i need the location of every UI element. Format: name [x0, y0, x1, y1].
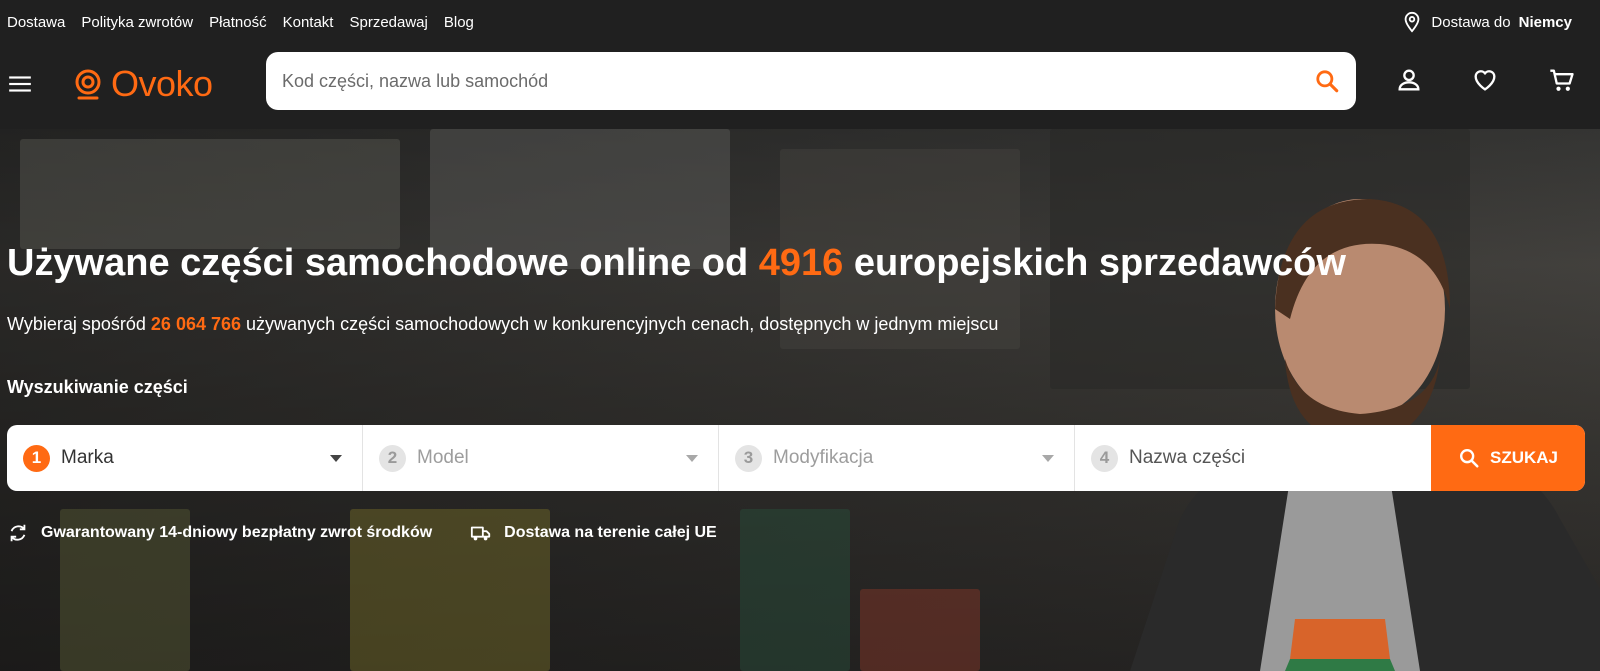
- delivery-country-selector[interactable]: Dostawa do Niemcy: [1401, 11, 1572, 33]
- chevron-down-icon: [330, 455, 342, 462]
- step-label: Model: [417, 447, 469, 468]
- parts-count: 26 064 766: [150, 314, 242, 334]
- modification-select[interactable]: 3 Modyfikacja: [719, 425, 1075, 491]
- link-kontakt[interactable]: Kontakt: [283, 14, 334, 31]
- hero-title: Używane części samochodowe online od 491…: [7, 242, 1346, 285]
- step-label: Marka: [61, 447, 114, 468]
- brand-select[interactable]: 1 Marka: [7, 425, 363, 491]
- background-shelf: [20, 139, 400, 249]
- top-links: Dostawa Polityka zwrotów Płatność Kontak…: [7, 14, 474, 31]
- step-number: 2: [379, 444, 406, 472]
- background-bin: [740, 509, 850, 671]
- perk-returns-text: Gwarantowany 14-dniowy bezpłatny zwrot ś…: [41, 524, 433, 541]
- hero-title-part1: Używane części samochodowe online od: [7, 242, 749, 284]
- hero-title-part2: europejskich sprzedawców: [853, 242, 1346, 284]
- link-blog[interactable]: Blog: [444, 14, 474, 31]
- refresh-icon: [10, 524, 26, 542]
- top-bar: Dostawa Polityka zwrotów Płatność Kontak…: [0, 0, 1600, 44]
- part-finder: 1 Marka 2 Model 3 Modyfikacja 4 Nazwa cz…: [7, 425, 1585, 491]
- sellers-count: 4916: [758, 242, 844, 284]
- hero-subtitle: Wybieraj spośród 26 064 766 używanych cz…: [7, 314, 998, 335]
- hero-section: Używane części samochodowe online od 491…: [0, 129, 1600, 671]
- step-label: Modyfikacja: [773, 447, 874, 468]
- perks: Gwarantowany 14-dniowy bezpłatny zwrot ś…: [7, 522, 717, 544]
- search-button[interactable]: SZUKAJ: [1431, 425, 1585, 491]
- delivery-prefix: Dostawa do: [1431, 13, 1511, 31]
- chevron-down-icon: [686, 455, 698, 462]
- link-dostawa[interactable]: Dostawa: [7, 14, 65, 31]
- search-icon[interactable]: [1314, 68, 1340, 94]
- search-button-label: SZUKAJ: [1489, 448, 1558, 467]
- search-icon: [1460, 449, 1479, 468]
- hero-sub-part2: używanych części samochodowych w konkure…: [246, 314, 999, 334]
- logo-icon: [75, 69, 101, 100]
- step-number: 1: [23, 444, 50, 472]
- step-number: 4: [1091, 444, 1118, 472]
- delivery-country: Niemcy: [1518, 13, 1572, 31]
- link-polityka-zwrotow[interactable]: Polityka zwrotów: [81, 14, 193, 31]
- background-bin: [860, 589, 980, 671]
- step-number: 3: [735, 444, 762, 472]
- part-name-input[interactable]: 4 Nazwa części: [1075, 425, 1431, 491]
- hero-sub-part1: Wybieraj spośród: [7, 314, 146, 334]
- main-header: Ovoko: [0, 44, 1600, 129]
- logo-text: Ovoko: [111, 63, 213, 104]
- perk-returns: Gwarantowany 14-dniowy bezpłatny zwrot ś…: [7, 522, 432, 544]
- menu-icon[interactable]: [7, 71, 33, 97]
- truck-icon: [471, 526, 491, 541]
- cart-icon[interactable]: [1548, 66, 1576, 94]
- link-platnosc[interactable]: Płatność: [209, 14, 267, 31]
- finder-label: Wyszukiwanie części: [7, 377, 188, 397]
- worker-photo: [1130, 199, 1600, 671]
- ovoko-logo[interactable]: Ovoko: [71, 60, 213, 108]
- perk-delivery-text: Dostawa na terenie całej UE: [504, 524, 717, 541]
- user-icon[interactable]: [1395, 66, 1423, 94]
- perk-delivery: Dostawa na terenie całej UE: [470, 522, 717, 544]
- location-pin-icon: [1405, 11, 1420, 33]
- chevron-down-icon: [1042, 455, 1054, 462]
- search-bar: [266, 52, 1356, 110]
- step-label: Nazwa części: [1129, 447, 1246, 468]
- link-sprzedawaj[interactable]: Sprzedawaj: [349, 14, 427, 31]
- model-select[interactable]: 2 Model: [363, 425, 719, 491]
- heart-icon[interactable]: [1471, 66, 1499, 94]
- search-input[interactable]: [282, 52, 1314, 110]
